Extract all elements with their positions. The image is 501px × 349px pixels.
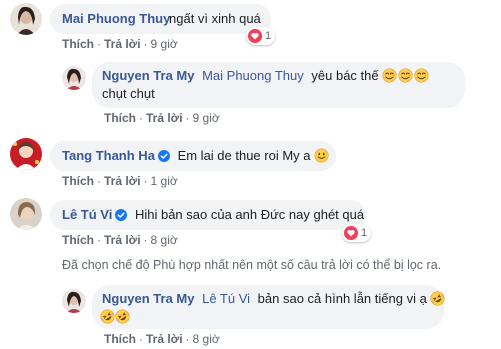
separator: · xyxy=(97,174,101,188)
comment-actions: Thích · Trả lời · 9 giờ xyxy=(104,111,220,125)
verified-badge-icon xyxy=(158,150,170,162)
author-name[interactable]: Nguyen Tra My xyxy=(102,68,194,83)
comment-actions: Thích · Trả lời · 1 giờ xyxy=(62,174,178,188)
comment-text: Em lai de thue roi My a xyxy=(177,148,311,163)
author-name[interactable]: Tang Thanh Ha xyxy=(62,148,155,163)
reply-button[interactable]: Trả lời xyxy=(146,332,183,346)
separator: · xyxy=(185,111,190,125)
grinning-emoji-icon xyxy=(398,68,413,83)
avatar[interactable] xyxy=(10,138,42,170)
smiling-emoji-icon xyxy=(314,148,329,163)
comment-bubble: Tang Thanh Ha Em lai de thue roi My a xyxy=(50,141,336,171)
like-button[interactable]: Thích xyxy=(104,332,136,346)
like-button[interactable]: Thích xyxy=(62,37,94,51)
reply-bubble: Nguyen Tra My Lê Tú Vi bản sao cả hình l… xyxy=(92,285,444,329)
separator: · xyxy=(97,37,101,51)
avatar[interactable] xyxy=(62,66,86,90)
like-button[interactable]: Thích xyxy=(62,174,94,188)
reply-button[interactable]: Trả lời xyxy=(146,111,183,125)
author-name[interactable]: Mai Phuong Thuy xyxy=(62,10,170,27)
avatar[interactable] xyxy=(10,198,42,230)
separator: · xyxy=(143,37,148,51)
grinning-emoji-icon xyxy=(414,68,429,83)
comment-text: bản sao cả hình lẫn tiếng vi ạ xyxy=(257,291,427,306)
separator: · xyxy=(143,174,148,188)
separator: · xyxy=(97,233,101,247)
reply-button[interactable]: Trả lời xyxy=(104,174,141,188)
author-name[interactable]: Nguyen Tra My xyxy=(102,291,194,306)
mention-link[interactable]: Mai Phuong Thuy xyxy=(202,68,304,83)
like-button[interactable]: Thích xyxy=(62,233,94,247)
reaction-count: 1 xyxy=(361,227,368,239)
separator: · xyxy=(143,233,148,247)
timestamp[interactable]: 9 giờ xyxy=(151,37,178,51)
timestamp[interactable]: 8 giờ xyxy=(193,332,220,346)
separator: · xyxy=(139,111,143,125)
avatar[interactable] xyxy=(10,3,42,35)
reply-bubble: Nguyen Tra My Mai Phuong Thuy yêu bác th… xyxy=(92,62,465,108)
reaction-summary[interactable]: 1 xyxy=(246,27,276,45)
mention-link[interactable]: Lê Tú Vi xyxy=(202,291,250,306)
rofl-emoji-icon xyxy=(100,309,115,324)
comment-bubble: Mai Phuong Thuy ngất vì xinh quá xyxy=(50,4,271,34)
comment-text: Hihi bản sao của anh Đức nay ghét quá xyxy=(134,207,365,222)
comment-actions: Thích · Trả lời · 8 giờ xyxy=(104,332,220,346)
comment-actions: Thích · Trả lời · 8 giờ xyxy=(62,233,178,247)
comment-text: yêu bác thế xyxy=(311,68,379,83)
reaction-count: 1 xyxy=(265,30,272,42)
reply-button[interactable]: Trả lời xyxy=(104,37,141,51)
rofl-emoji-icon xyxy=(115,309,130,324)
grinning-emoji-icon xyxy=(382,68,397,83)
heart-icon xyxy=(248,29,262,43)
comment-text-line2: chụt chụt xyxy=(102,86,155,101)
rofl-emoji-icon xyxy=(430,291,445,306)
separator: · xyxy=(185,332,190,346)
timestamp[interactable]: 1 giờ xyxy=(151,174,178,188)
comment-bubble: Lê Tú Vi Hihi bản sao của anh Đức nay gh… xyxy=(50,200,366,230)
heart-icon xyxy=(344,226,358,240)
separator: · xyxy=(139,332,143,346)
comment-text: ngất vì xinh quá xyxy=(169,11,261,26)
reply-button[interactable]: Trả lời xyxy=(104,233,141,247)
like-button[interactable]: Thích xyxy=(104,111,136,125)
timestamp[interactable]: 8 giờ xyxy=(151,233,178,247)
verified-badge-icon xyxy=(115,209,127,221)
timestamp[interactable]: 9 giờ xyxy=(193,111,220,125)
comment-actions: Thích · Trả lời · 9 giờ xyxy=(62,37,178,51)
filter-notice: Đã chọn chế độ Phù hợp nhất nên một số c… xyxy=(62,258,442,272)
reaction-summary[interactable]: 1 xyxy=(342,224,372,242)
author-name[interactable]: Lê Tú Vi xyxy=(62,207,112,222)
avatar[interactable] xyxy=(62,289,86,313)
